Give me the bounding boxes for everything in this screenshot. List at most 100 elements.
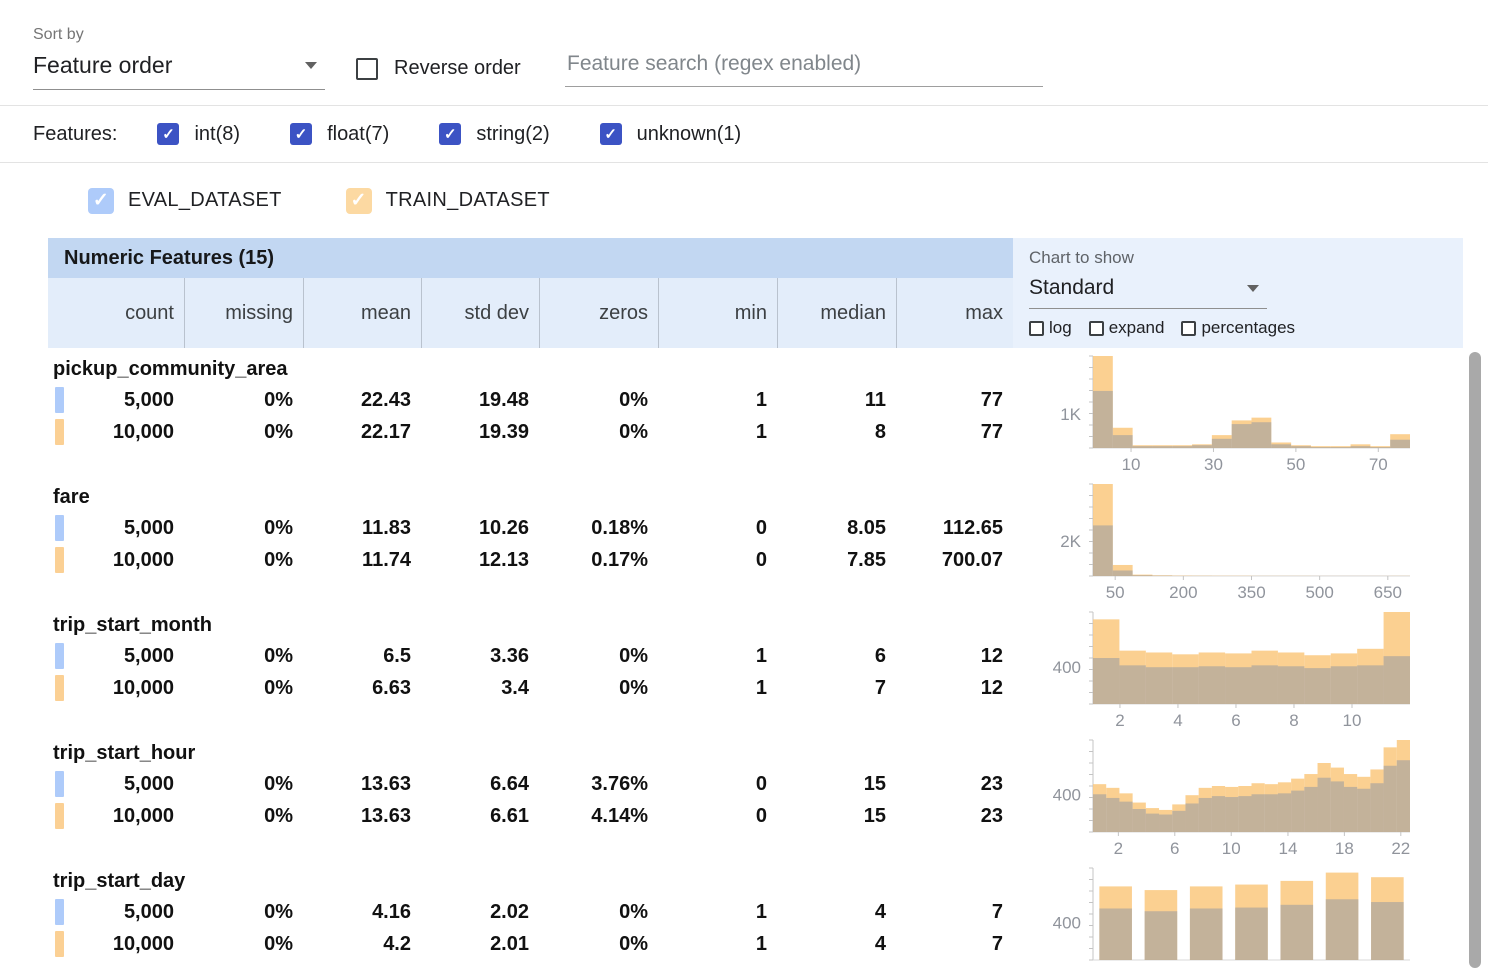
count-value: 10,000 — [48, 933, 184, 956]
count-value: 10,000 — [48, 421, 184, 444]
table-title: Numeric Features (15) — [48, 238, 1013, 278]
zeros-value: 0% — [539, 901, 658, 924]
filter-unknown[interactable]: unknown(1) — [600, 123, 742, 146]
table-head: Numeric Features (15) countmissingmeanst… — [48, 238, 1463, 348]
checkbox-checked-icon[interactable] — [439, 123, 461, 145]
median-value: 4 — [777, 933, 896, 956]
feature-search-input[interactable] — [565, 48, 1043, 87]
stats-row-eval_dataset: 5,0000%13.636.643.76%01523 — [48, 768, 1013, 800]
std_dev-value: 19.39 — [421, 421, 539, 444]
count-value: 5,000 — [48, 645, 184, 668]
svg-text:650: 650 — [1374, 583, 1402, 602]
min-value: 1 — [658, 901, 777, 924]
count-value: 5,000 — [48, 517, 184, 540]
filter-int[interactable]: int(8) — [157, 123, 240, 146]
svg-text:500: 500 — [1305, 583, 1333, 602]
checkbox-unchecked-icon[interactable] — [1029, 321, 1044, 336]
min-value: 1 — [658, 389, 777, 412]
toggle-label: percentages — [1201, 318, 1295, 338]
toggle-label: log — [1049, 318, 1072, 338]
svg-text:2: 2 — [1114, 839, 1123, 858]
eval-color-chip — [55, 643, 64, 669]
max-value: 700.07 — [896, 549, 1013, 572]
svg-text:4: 4 — [1173, 711, 1182, 730]
dataset-legend: EVAL_DATASET TRAIN_DATASET — [0, 163, 1488, 238]
svg-text:2K: 2K — [1060, 532, 1081, 551]
mean-value: 4.2 — [303, 933, 421, 956]
filter-string[interactable]: string(2) — [439, 123, 549, 146]
feature-name: trip_start_day — [48, 866, 1013, 896]
dataset-toggle-train_dataset[interactable]: TRAIN_DATASET — [346, 188, 550, 214]
reverse-order-label: Reverse order — [394, 57, 521, 80]
toggle-expand[interactable]: expand — [1089, 318, 1165, 338]
mean-value: 6.63 — [303, 677, 421, 700]
checkbox-unchecked-icon[interactable] — [356, 58, 378, 80]
histogram-pickup_community_area: 1K10305070 — [1013, 348, 1463, 476]
missing-value: 0% — [184, 677, 303, 700]
count-value: 10,000 — [48, 805, 184, 828]
count-value: 5,000 — [48, 901, 184, 924]
max-value: 23 — [896, 805, 1013, 828]
checkbox-checked-icon[interactable] — [88, 188, 114, 214]
max-value: 23 — [896, 773, 1013, 796]
svg-text:200: 200 — [1169, 583, 1197, 602]
checkbox-checked-icon[interactable] — [600, 123, 622, 145]
checkbox-unchecked-icon[interactable] — [1181, 321, 1196, 336]
reverse-order-toggle[interactable]: Reverse order — [356, 57, 521, 80]
filter-float[interactable]: float(7) — [290, 123, 389, 146]
missing-value: 0% — [184, 933, 303, 956]
eval-color-chip — [55, 899, 64, 925]
feature-name: pickup_community_area — [48, 354, 1013, 384]
std_dev-value: 6.64 — [421, 773, 539, 796]
max-value: 7 — [896, 901, 1013, 924]
stats-row-eval_dataset: 5,0000%11.8310.260.18%08.05112.65 — [48, 512, 1013, 544]
toggle-log[interactable]: log — [1029, 318, 1072, 338]
vertical-scrollbar[interactable] — [1469, 352, 1481, 968]
feature-trip_start_month: trip_start_month5,0000%6.53.360%161210,0… — [48, 604, 1013, 732]
column-header-min: min — [658, 278, 777, 348]
dataset-label: EVAL_DATASET — [128, 189, 282, 212]
checkbox-checked-icon[interactable] — [157, 123, 179, 145]
toggle-percentages[interactable]: percentages — [1181, 318, 1295, 338]
median-value: 15 — [777, 805, 896, 828]
stats-row-train_dataset: 10,0000%11.7412.130.17%07.85700.07 — [48, 544, 1013, 576]
eval-color-chip — [55, 387, 64, 413]
zeros-value: 3.76% — [539, 773, 658, 796]
min-value: 0 — [658, 517, 777, 540]
stats-row-eval_dataset: 5,0000%22.4319.480%11177 — [48, 384, 1013, 416]
dataset-toggle-eval_dataset[interactable]: EVAL_DATASET — [88, 188, 282, 214]
svg-text:400: 400 — [1053, 785, 1081, 804]
min-value: 1 — [658, 933, 777, 956]
min-value: 1 — [658, 421, 777, 444]
count-value: 5,000 — [48, 773, 184, 796]
chevron-down-icon — [305, 62, 317, 69]
missing-value: 0% — [184, 645, 303, 668]
histogram-chart: 4002610141822 — [1013, 732, 1463, 860]
median-value: 4 — [777, 901, 896, 924]
count-value: 10,000 — [48, 677, 184, 700]
max-value: 112.65 — [896, 517, 1013, 540]
mean-value: 11.74 — [303, 549, 421, 572]
max-value: 77 — [896, 389, 1013, 412]
zeros-value: 4.14% — [539, 805, 658, 828]
svg-text:10: 10 — [1222, 839, 1241, 858]
mean-value: 13.63 — [303, 805, 421, 828]
chart-toggles: log expand percentages — [1029, 318, 1463, 338]
std_dev-value: 10.26 — [421, 517, 539, 540]
zeros-value: 0% — [539, 933, 658, 956]
train-color-chip — [55, 675, 64, 701]
max-value: 12 — [896, 677, 1013, 700]
checkbox-unchecked-icon[interactable] — [1089, 321, 1104, 336]
svg-text:50: 50 — [1286, 455, 1305, 474]
std_dev-value: 3.36 — [421, 645, 539, 668]
checkbox-checked-icon[interactable] — [290, 123, 312, 145]
missing-value: 0% — [184, 517, 303, 540]
train-color-chip — [55, 803, 64, 829]
checkbox-checked-icon[interactable] — [346, 188, 372, 214]
sort-by-select[interactable]: Feature order — [33, 52, 325, 90]
chart-type-select[interactable]: Standard — [1029, 270, 1267, 309]
svg-text:2: 2 — [1115, 711, 1124, 730]
stats-row-train_dataset: 10,0000%6.633.40%1712 — [48, 672, 1013, 704]
filter-label: int(8) — [194, 123, 240, 146]
table-head-left: Numeric Features (15) countmissingmeanst… — [48, 238, 1013, 348]
